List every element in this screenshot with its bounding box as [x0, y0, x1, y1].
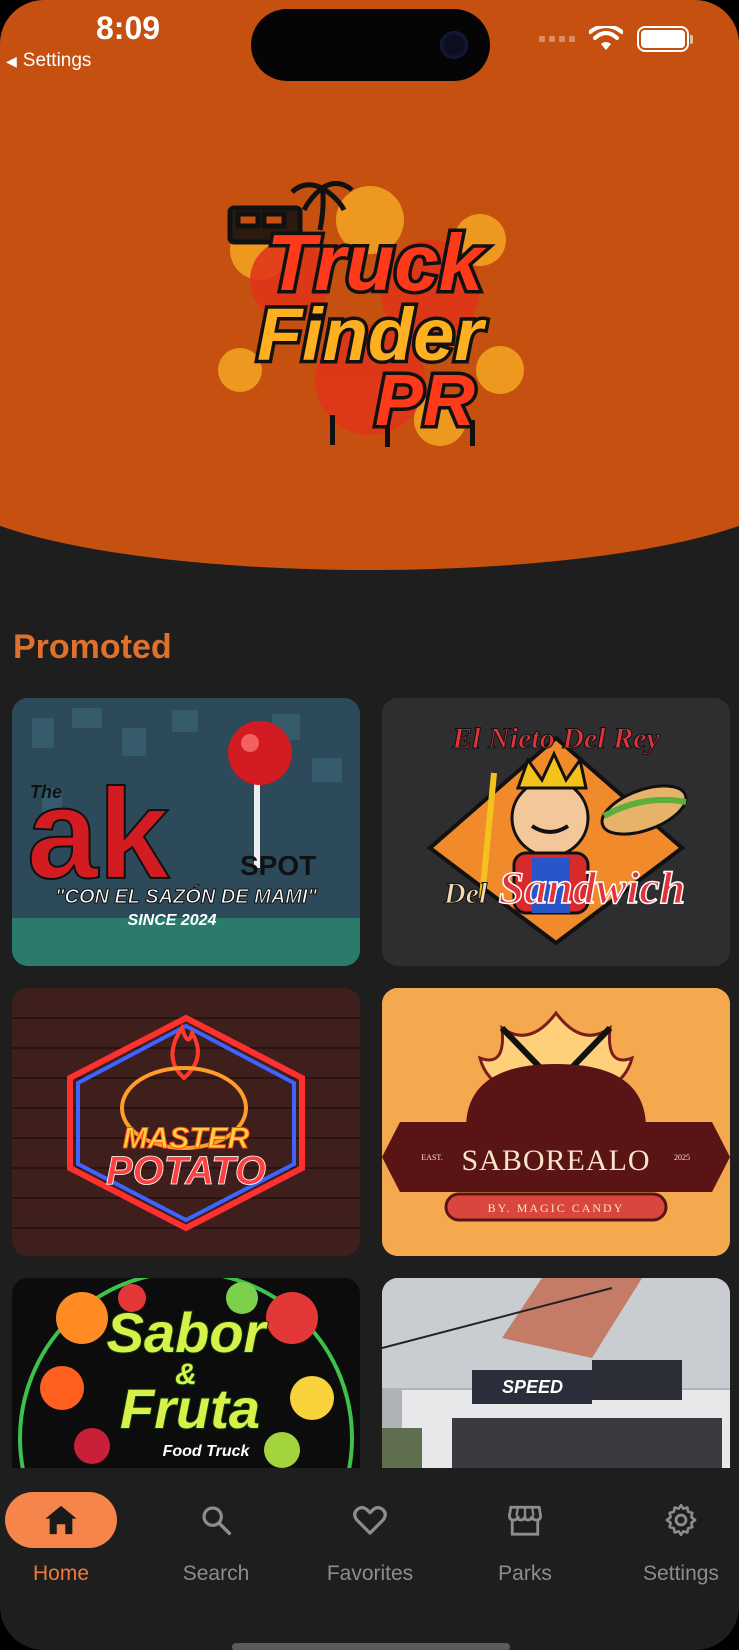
search-icon [160, 1492, 272, 1548]
tab-home-label: Home [32, 1562, 90, 1585]
sabor-fruta-word1: Sabor [107, 1301, 269, 1364]
ak-spot-tagline: "CON EL SAZÓN DE MAMI" [55, 884, 317, 908]
saborealo-logo: SABOREALO BY. MAGIC CANDY EAST. 2025 [382, 988, 730, 1256]
tab-search-label: Search [182, 1562, 250, 1585]
sabor-fruta-word2: Fruta [120, 1377, 260, 1440]
promoted-card-rey-del-sandwich[interactable]: El Nieto Del Rey Del Sandwich [382, 698, 730, 966]
home-indicator [232, 1643, 510, 1650]
sabor-fruta-logo: Sabor & Fruta Food Truck [12, 1278, 360, 1468]
ak-spot-suffix: SPOT [240, 850, 316, 881]
bottom-tab-bar: Home Search Favorites Parks Settings [0, 1468, 739, 1650]
heart-icon [314, 1492, 426, 1548]
tab-settings-label: Settings [643, 1562, 719, 1585]
sabor-fruta-sub: Food Truck [163, 1443, 251, 1460]
tab-home[interactable]: Home [0, 1492, 131, 1586]
ak-spot-since: SINCE 2024 [128, 912, 217, 929]
promoted-card-sabor-fruta[interactable]: Sabor & Fruta Food Truck [12, 1278, 360, 1468]
ak-spot-wordmark: ak [27, 763, 170, 906]
speed-sign-text: SPEED [502, 1377, 563, 1397]
camera-icon [440, 31, 468, 59]
promoted-card-ak-spot[interactable]: The ak SPOT "CON EL SAZÓN DE MAMI" SINCE… [12, 698, 360, 966]
speed-truck-photo: SPEED [382, 1278, 730, 1468]
status-time: 8:09 [96, 10, 161, 46]
saborealo-year: 2025 [674, 1153, 690, 1162]
gear-icon [625, 1492, 737, 1548]
dynamic-island [251, 9, 490, 81]
back-arrow-icon: ◀ [6, 52, 17, 69]
saborealo-est: EAST. [421, 1153, 442, 1162]
master-potato-word2: POTATO [106, 1149, 266, 1193]
battery-icon [637, 26, 693, 52]
promoted-card-saborealo[interactable]: SABOREALO BY. MAGIC CANDY EAST. 2025 [382, 988, 730, 1256]
tab-parks[interactable]: Parks [455, 1492, 595, 1586]
storefront-icon [469, 1492, 581, 1548]
rey-del-sandwich-logo: El Nieto Del Rey Del Sandwich [382, 698, 730, 966]
saborealo-subtitle: BY. MAGIC CANDY [488, 1201, 625, 1215]
back-to-settings-link[interactable]: ◀ Settings [6, 50, 91, 72]
status-indicators [539, 26, 693, 52]
saborealo-title: SABOREALO [461, 1144, 650, 1177]
ak-spot-logo: The ak SPOT "CON EL SAZÓN DE MAMI" SINCE… [12, 698, 360, 966]
tab-favorites[interactable]: Favorites [300, 1492, 440, 1586]
rey-arc-text: El Nieto Del Rey [451, 722, 660, 755]
tab-settings[interactable]: Settings [611, 1492, 739, 1586]
signal-icon [539, 36, 575, 42]
master-potato-logo: MASTER POTATO [12, 988, 360, 1256]
wifi-icon [589, 26, 623, 50]
tab-search[interactable]: Search [146, 1492, 286, 1586]
tab-parks-label: Parks [498, 1562, 552, 1585]
promoted-heading: Promoted [13, 628, 172, 666]
rey-word-sandwich: Sandwich [499, 862, 686, 913]
back-label: Settings [22, 50, 92, 71]
home-icon [5, 1492, 117, 1548]
promoted-card-speed-truck[interactable]: SPEED [382, 1278, 730, 1468]
promoted-card-master-potato[interactable]: MASTER POTATO [12, 988, 360, 1256]
app-screen: 8:09 ◀ Settings Truck Finder PR Promoted… [0, 0, 739, 1650]
tab-favorites-label: Favorites [326, 1562, 414, 1585]
truck-finder-logo: Truck Finder PR [180, 180, 560, 460]
rey-word-del: Del [443, 877, 488, 910]
